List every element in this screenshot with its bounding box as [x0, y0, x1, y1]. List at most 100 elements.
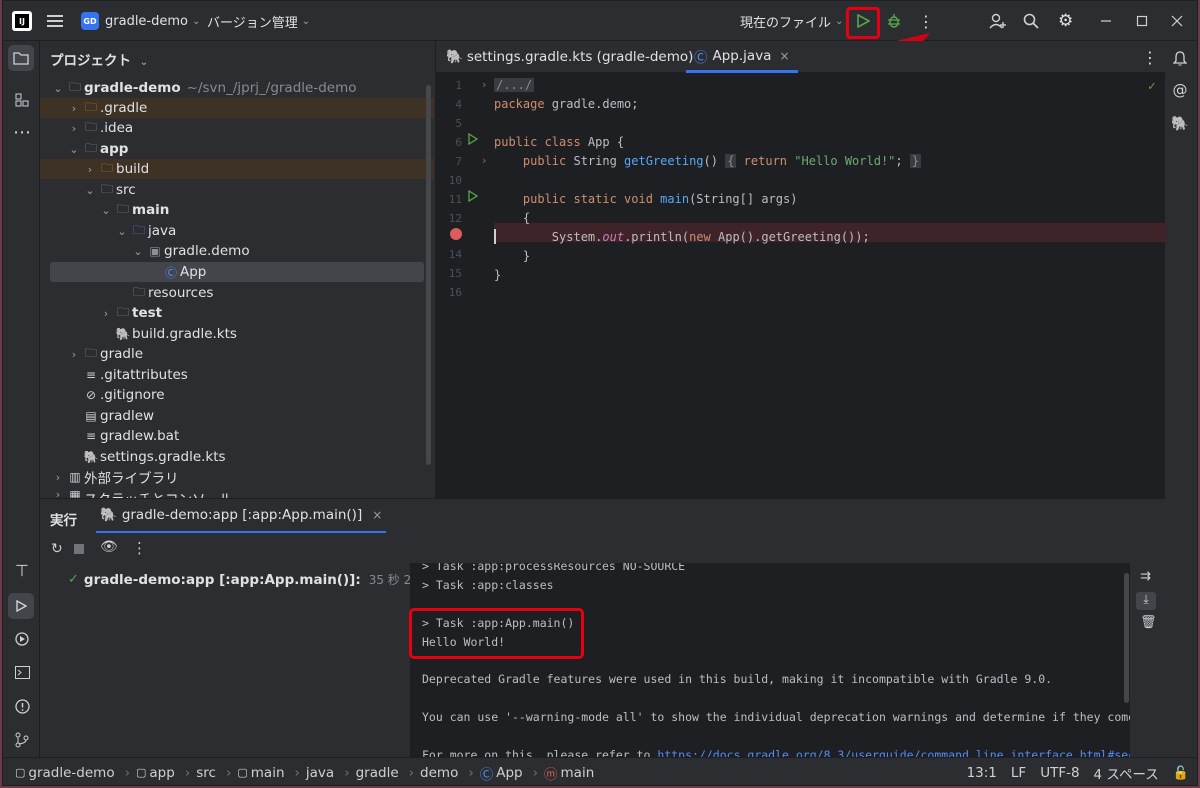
project-selector[interactable]: GD gradle-demo ⌄ — [81, 1, 200, 41]
git-tool-icon[interactable] — [11, 729, 33, 751]
run-config-selector[interactable]: 現在のファイル ⌄ — [740, 1, 843, 41]
breadcrumb-item[interactable]: src — [196, 765, 216, 781]
folded-imports[interactable]: /.../ — [494, 77, 535, 92]
fold-icon[interactable]: › — [482, 154, 486, 167]
tab-options-icon[interactable]: ⋮ — [1142, 41, 1158, 73]
breadcrumb-item[interactable]: demo — [420, 765, 458, 781]
lock-icon[interactable]: 🔓 — [1173, 766, 1189, 781]
breadcrumb-label: gradle — [355, 764, 399, 781]
tree-item-app[interactable]: ⌄ 🗀 app — [40, 139, 434, 159]
tree-item-settings-gradle[interactable]: 🐘 settings.gradle.kts — [40, 447, 434, 467]
line-number: 10 — [448, 174, 462, 187]
tree-item-gitattributes[interactable]: ≡ .gitattributes — [40, 365, 434, 385]
chevron-down-icon: ⌄ — [133, 244, 143, 258]
structure-tool-icon[interactable] — [11, 89, 33, 111]
project-panel-title[interactable]: プロジェクト ⌄ — [50, 49, 148, 69]
tree-item-gradle[interactable]: › 🗀 gradle — [40, 344, 434, 364]
breadcrumb-item[interactable]: ⓜ main — [544, 763, 594, 783]
run-gutter-icon[interactable] — [468, 133, 478, 145]
minimize-button[interactable] — [1100, 1, 1112, 41]
tree-item-gradle-dir[interactable]: › 🗀 .gradle — [40, 98, 434, 118]
scratch-icon: ▦ — [69, 488, 81, 498]
more-options-icon[interactable]: ⋮ — [132, 539, 147, 557]
tree-root[interactable]: ⌄ 🗀 gradle-demo ~/svn_/jprj_/gradle-demo — [40, 78, 434, 98]
tab-app-java[interactable]: Ⓒ App.java × — [686, 41, 798, 73]
gradle-tool-icon[interactable]: 🐘 — [1169, 113, 1191, 135]
console-scrollbar[interactable] — [1124, 573, 1129, 703]
tree-item-java[interactable]: ⌄ 🗀 java — [40, 221, 434, 241]
tab-settings-gradle[interactable]: 🐘 settings.gradle.kts (gradle-demo) — [446, 41, 693, 73]
breadcrumb-item[interactable]: ▢ app — [136, 765, 175, 781]
tree-item-main[interactable]: ⌄ 🗀 main — [40, 200, 434, 220]
tree-item-build[interactable]: › 🗀 build — [40, 159, 434, 179]
run-entry-label: gradle-demo:app [:app:App.main()]: — [83, 571, 361, 588]
soft-wrap-icon[interactable]: ⇉ — [1140, 569, 1151, 584]
notifications-icon[interactable] — [1169, 47, 1191, 69]
fold-icon[interactable]: › — [482, 78, 486, 91]
rerun-icon[interactable]: ↻ — [51, 541, 63, 557]
run-tree-item[interactable]: ✓ gradle-demo:app [:app:App.main()]: 35 … — [68, 571, 448, 588]
run-tool-icon[interactable] — [8, 593, 34, 619]
trash-icon[interactable]: 🗑 — [1140, 615, 1157, 630]
tree-item-build-gradle[interactable]: 🐘 build.gradle.kts — [40, 324, 434, 344]
chevron-down-icon: ⌄ — [117, 224, 127, 238]
scroll-to-end-icon[interactable]: ⤓ — [1136, 592, 1156, 610]
vcs-menu[interactable]: バージョン管理 ⌄ — [207, 1, 310, 41]
breadcrumb-item[interactable]: gradle — [356, 765, 399, 781]
file-encoding[interactable]: UTF-8 — [1040, 765, 1079, 781]
console-output[interactable]: > Task :app:processResources NO-SOURCE >… — [410, 563, 1130, 758]
tree-item-src[interactable]: ⌄ 🗀 src — [40, 180, 434, 200]
project-tool-icon[interactable] — [8, 45, 34, 71]
tree-item-gradlew[interactable]: ▤ gradlew — [40, 406, 434, 426]
main-menu-icon[interactable] — [47, 1, 63, 41]
indent-setting[interactable]: 4 スペース — [1094, 763, 1159, 783]
line-number: 7 — [455, 155, 462, 168]
eye-icon[interactable]: 👁 — [100, 539, 118, 555]
project-scrollbar[interactable] — [426, 85, 431, 465]
run-panel-title: 実行 — [50, 513, 77, 529]
code-token: .println( — [624, 229, 690, 244]
gear-icon[interactable]: ⚙ — [1058, 1, 1073, 41]
breadcrumb-item[interactable]: Ⓒ App — [480, 763, 523, 783]
tree-item-external-libraries[interactable]: › ▥ 外部ライブラリ — [40, 467, 434, 487]
chevron-right-icon: › — [344, 764, 350, 781]
tree-item-gradlew-bat[interactable]: ≡ gradlew.bat — [40, 426, 434, 446]
tree-item-idea[interactable]: › 🗀 .idea — [40, 118, 434, 138]
tree-item-package[interactable]: ⌄ ▣ gradle.demo — [40, 241, 434, 261]
chevron-right-icon: › — [71, 121, 77, 135]
maximize-button[interactable] — [1136, 1, 1148, 41]
close-window-button[interactable] — [1171, 1, 1183, 41]
breadcrumb-item[interactable]: ▢ gradle-demo — [15, 765, 115, 781]
run-gutter-icon[interactable] — [468, 190, 478, 202]
chevron-down-icon: ⌄ — [301, 15, 311, 27]
package-icon: ▣ — [149, 244, 161, 258]
stop-icon[interactable] — [74, 544, 84, 554]
problems-tool-icon[interactable] — [11, 695, 33, 717]
breakpoint-icon[interactable] — [450, 228, 462, 240]
breadcrumb: ▢ gradle-demo › ▢ app › src › ▢ main › java › gr… — [3, 763, 598, 783]
more-tools-icon[interactable]: ⋯ — [11, 121, 33, 143]
ai-assistant-icon[interactable]: @ — [1169, 79, 1191, 101]
run-tab[interactable]: 🐘 gradle-demo:app [:app:App.main()] × — [96, 499, 387, 533]
terminal-tool-icon[interactable] — [11, 661, 33, 683]
caret-position[interactable]: 13:1 — [967, 765, 997, 781]
no-problems-check-icon[interactable]: ✓ — [1148, 79, 1156, 94]
close-tab-icon[interactable]: × — [372, 508, 382, 522]
tree-item-resources[interactable]: 🗀 resources — [40, 283, 434, 303]
intellij-logo-icon[interactable]: IJ — [12, 11, 32, 31]
tree-item-scratches[interactable]: › ▦ スクラッチとコンソール — [40, 488, 434, 498]
code-token: System. — [494, 229, 603, 244]
breadcrumb-item[interactable]: java — [306, 765, 334, 781]
breadcrumb-item[interactable]: ▢ main — [237, 765, 284, 781]
code-area[interactable]: /.../ package gradle.demo; public class … — [494, 73, 1166, 498]
console-side-toolbar: ⇉ ⤓ 🗑 — [1130, 563, 1165, 758]
line-ending[interactable]: LF — [1011, 765, 1026, 781]
tree-item-app-class[interactable]: Ⓒ App — [50, 262, 424, 282]
build-tool-icon[interactable]: ⊤ — [11, 559, 33, 581]
tree-item-test[interactable]: › 🗀 test — [40, 303, 434, 323]
tree-item-gitignore[interactable]: ⊘ .gitignore — [40, 385, 434, 405]
line-number: 4 — [455, 98, 462, 111]
close-tab-icon[interactable]: × — [779, 49, 789, 63]
run-config-label: 現在のファイル — [740, 15, 832, 31]
services-tool-icon[interactable] — [11, 628, 33, 650]
